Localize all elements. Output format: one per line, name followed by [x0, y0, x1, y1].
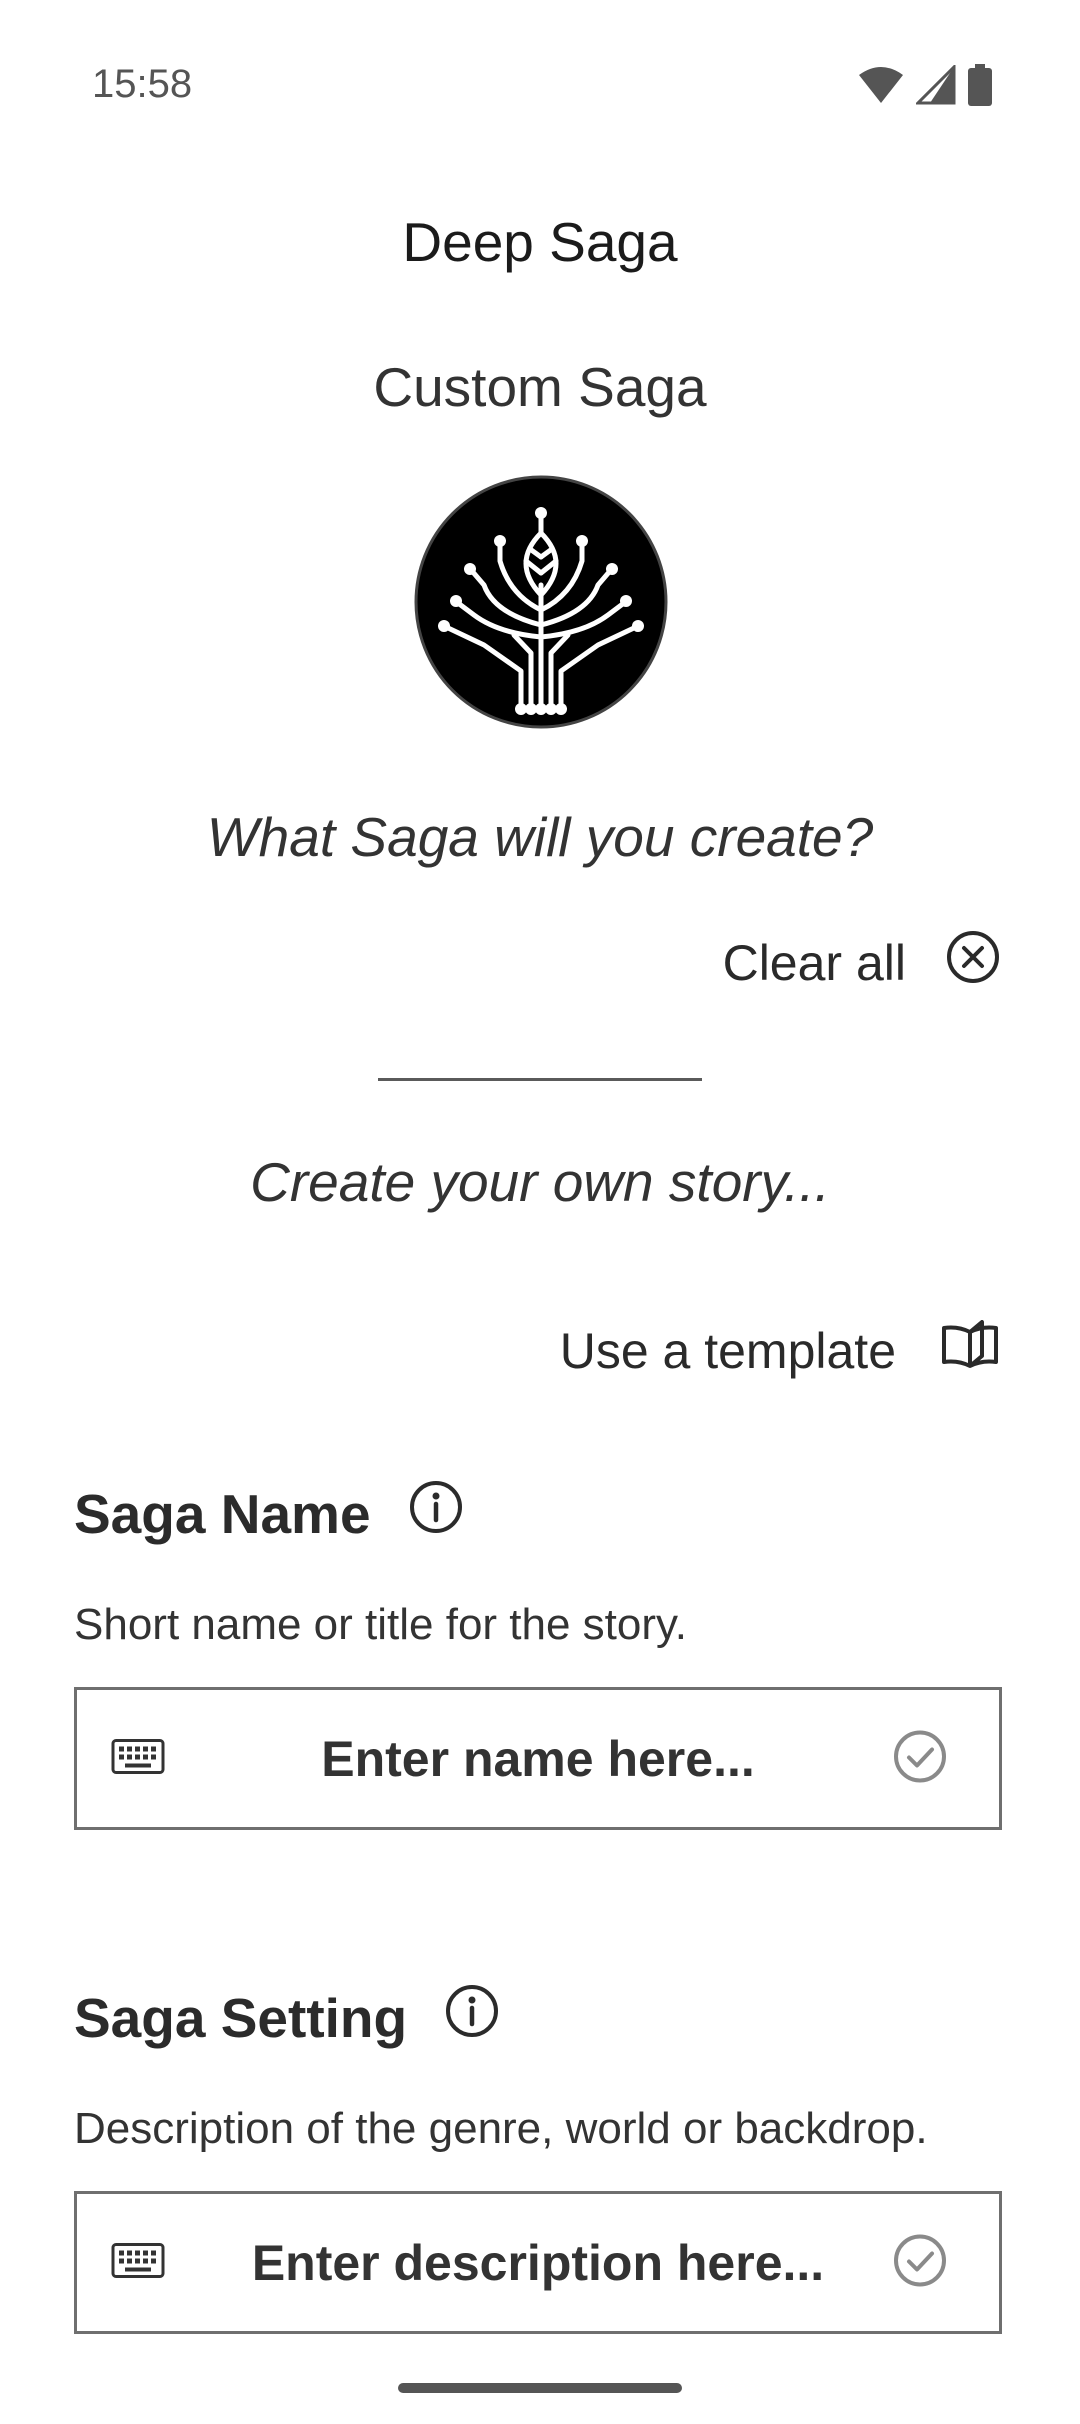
creation-prompt: What Saga will you create? [206, 806, 874, 868]
check-circle-icon[interactable] [893, 2233, 947, 2292]
use-template-label: Use a template [559, 1323, 896, 1379]
circuit-tree-logo-icon [414, 475, 668, 729]
book-open-icon [940, 1320, 1000, 1382]
saga-setting-description: Description of the genre, world or backd… [74, 2104, 928, 2153]
signal-icon [914, 63, 956, 110]
status-time: 15:58 [92, 62, 193, 106]
keyboard-icon [111, 1738, 165, 1779]
saga-setting-field[interactable] [74, 2191, 1002, 2334]
home-indicator[interactable] [398, 2383, 682, 2393]
divider [378, 1078, 702, 1081]
clear-all-label: Clear all [722, 935, 906, 991]
saga-name-title: Saga Name [74, 1482, 371, 1545]
use-template-button[interactable]: Use a template [560, 1320, 1000, 1382]
wifi-icon [858, 65, 904, 110]
story-tagline: Create your own story... [250, 1151, 830, 1213]
battery-icon [968, 64, 992, 111]
saga-name-description: Short name or title for the story. [74, 1600, 687, 1649]
saga-setting-title: Saga Setting [74, 1986, 408, 2049]
saga-setting-heading: Saga Setting [74, 1984, 499, 2051]
keyboard-icon [111, 2242, 165, 2283]
clear-all-button[interactable]: Clear all [723, 930, 1000, 996]
page-subtitle: Custom Saga [373, 356, 707, 418]
check-circle-icon[interactable] [893, 1729, 947, 1788]
saga-setting-input[interactable] [207, 2194, 869, 2331]
saga-name-field[interactable] [74, 1687, 1002, 1830]
info-icon[interactable] [409, 1480, 463, 1547]
close-circle-icon [946, 930, 1000, 996]
status-icons [858, 63, 992, 111]
app-title: Deep Saga [402, 211, 678, 273]
saga-name-input[interactable] [207, 1690, 869, 1827]
info-icon[interactable] [445, 1984, 499, 2051]
saga-name-heading: Saga Name [74, 1480, 463, 1547]
status-bar: 15:58 [0, 0, 1080, 180]
